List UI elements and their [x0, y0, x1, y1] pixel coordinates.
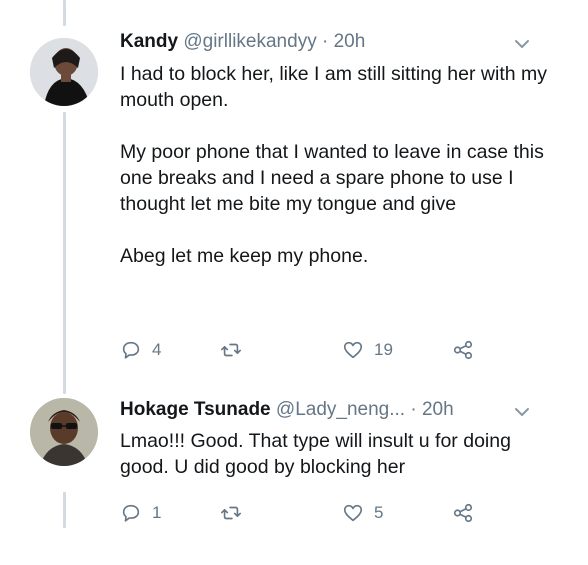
- avatar[interactable]: [30, 38, 98, 106]
- avatar-image: [30, 38, 98, 106]
- avatar[interactable]: [30, 398, 98, 466]
- like-count: 5: [374, 503, 384, 522]
- tweet-actions: 1 5: [120, 501, 500, 525]
- tweet-actions: 4 19: [120, 338, 500, 362]
- like-button[interactable]: 5: [342, 501, 383, 525]
- share-icon: [453, 503, 473, 523]
- tweet-paragraph: I had to block her, like I am still sitt…: [120, 63, 548, 111]
- chevron-down-icon[interactable]: [512, 34, 532, 54]
- display-name[interactable]: Kandy: [120, 31, 178, 52]
- tweet-header: Hokage Tsunade @Lady_neng... · 20h: [120, 398, 454, 422]
- share-button[interactable]: [452, 338, 474, 362]
- tweet-hokage-tsunade[interactable]: Hokage Tsunade @Lady_neng... · 20h Lmao!…: [0, 380, 588, 540]
- timestamp[interactable]: 20h: [334, 31, 366, 52]
- avatar-image: [30, 398, 98, 466]
- reply-button[interactable]: 1: [120, 501, 161, 525]
- tweet-header: Kandy @girllikekandyy · 20h: [120, 30, 365, 54]
- user-handle[interactable]: @Lady_neng...: [276, 399, 405, 420]
- like-button[interactable]: 19: [342, 338, 393, 362]
- tweet-kandy[interactable]: Kandy @girllikekandyy · 20h I had to blo…: [0, 0, 588, 380]
- separator: ·: [410, 399, 417, 420]
- retweet-icon: [221, 343, 241, 357]
- user-handle[interactable]: @girllikekandyy: [183, 31, 316, 52]
- heart-icon: [343, 504, 363, 522]
- reply-count: 4: [152, 340, 162, 359]
- display-name[interactable]: Hokage Tsunade: [120, 399, 271, 420]
- tweet-text: I had to block her, like I am still sitt…: [120, 61, 560, 269]
- retweet-button[interactable]: [220, 501, 242, 525]
- share-icon: [453, 340, 473, 360]
- reply-count: 1: [152, 503, 162, 522]
- chevron-down-icon[interactable]: [512, 402, 532, 422]
- heart-icon: [343, 341, 363, 359]
- tweet-paragraph: Abeg let me keep my phone.: [120, 245, 369, 267]
- tweet-paragraph: My poor phone that I wanted to leave in …: [120, 141, 544, 215]
- separator: ·: [321, 31, 329, 52]
- timestamp[interactable]: 20h: [422, 399, 454, 420]
- share-button[interactable]: [452, 501, 474, 525]
- reply-icon: [122, 504, 140, 522]
- tweet-paragraph: Lmao!!! Good. That type will insult u fo…: [120, 430, 511, 478]
- like-count: 19: [374, 340, 393, 359]
- tweet-text: Lmao!!! Good. That type will insult u fo…: [120, 428, 520, 480]
- retweet-button[interactable]: [220, 338, 242, 362]
- reply-icon: [122, 341, 140, 359]
- retweet-icon: [221, 506, 241, 520]
- reply-button[interactable]: 4: [120, 338, 161, 362]
